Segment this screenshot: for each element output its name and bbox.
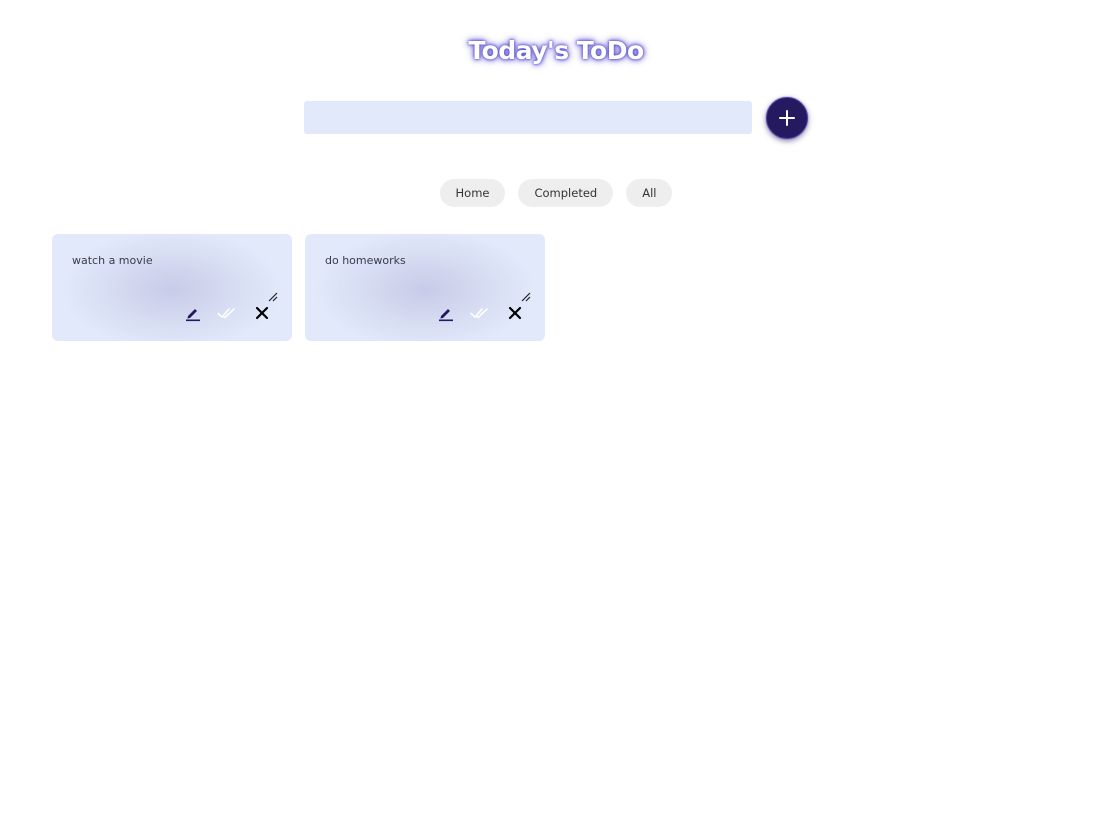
close-icon <box>255 306 269 320</box>
delete-button[interactable] <box>251 302 273 324</box>
delete-button[interactable] <box>504 302 526 324</box>
filter-all-button[interactable]: All <box>626 179 673 207</box>
todo-card: watch a movie <box>52 234 292 341</box>
app-title: Today's ToDo <box>468 36 644 65</box>
plus-icon <box>779 110 795 126</box>
double-check-icon <box>217 308 235 319</box>
filter-bar: Home Completed All <box>0 179 1112 207</box>
todo-text: do homeworks <box>325 254 406 267</box>
complete-button[interactable] <box>216 302 238 324</box>
edit-button[interactable] <box>182 302 204 324</box>
todo-list: watch a movie do homeworks <box>52 234 545 341</box>
filter-completed-button[interactable]: Completed <box>518 179 614 207</box>
close-icon <box>508 306 522 320</box>
add-task-button[interactable] <box>766 97 808 139</box>
pencil-icon <box>439 309 453 322</box>
edit-button[interactable] <box>435 302 457 324</box>
todo-actions <box>435 302 526 324</box>
todo-actions <box>182 302 273 324</box>
todo-card: do homeworks <box>305 234 545 341</box>
new-task-input[interactable] <box>304 101 752 134</box>
double-check-icon <box>470 308 488 319</box>
pencil-icon <box>186 309 200 322</box>
todo-text: watch a movie <box>72 254 153 267</box>
filter-home-button[interactable]: Home <box>439 179 506 207</box>
complete-button[interactable] <box>469 302 491 324</box>
